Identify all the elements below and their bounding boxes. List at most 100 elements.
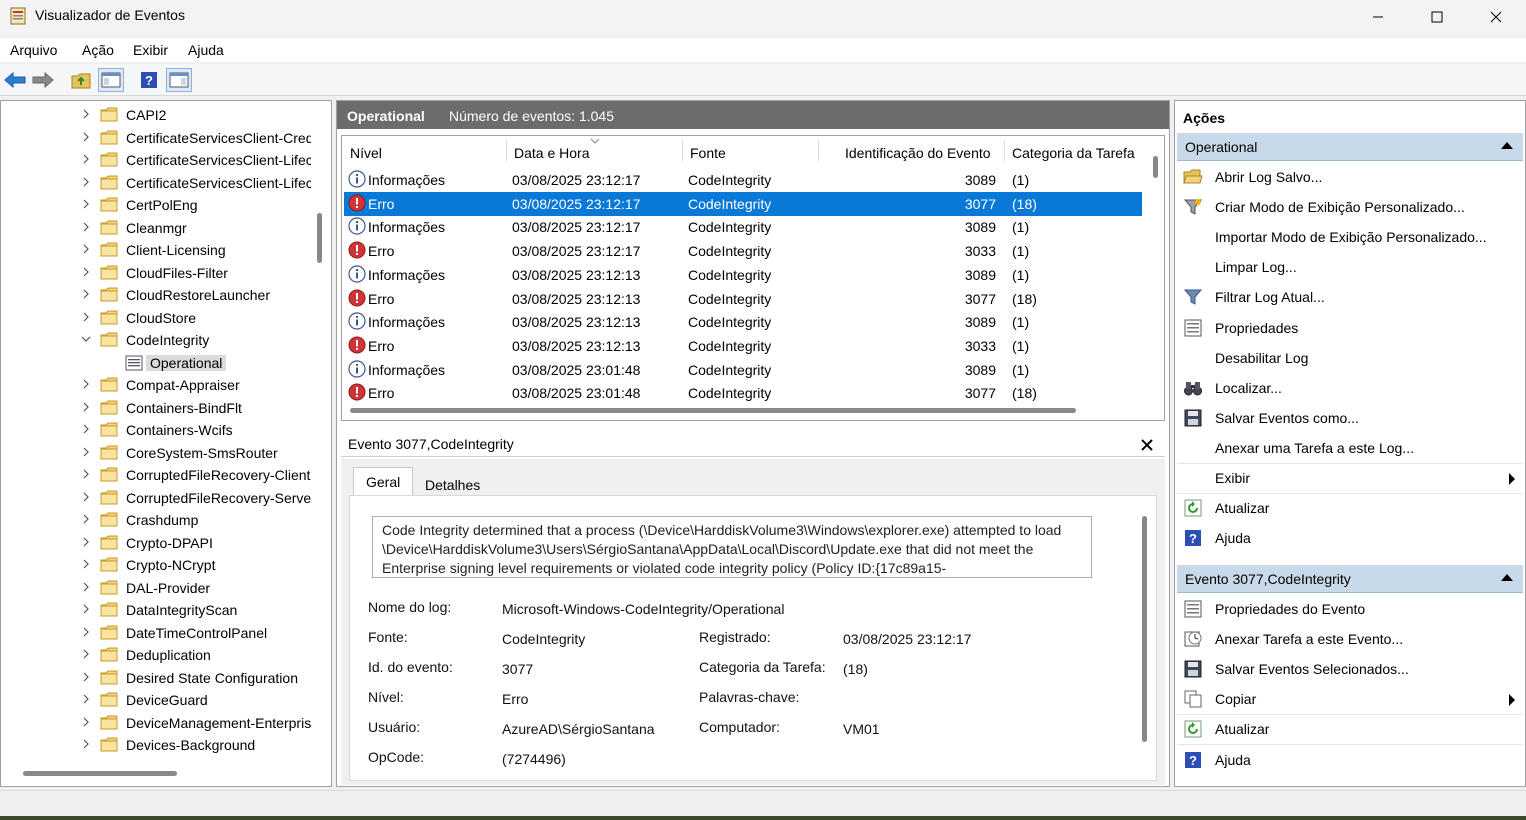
chevron-right-icon[interactable]	[81, 153, 91, 167]
chevron-right-icon[interactable]	[81, 401, 91, 415]
chevron-right-icon[interactable]	[81, 738, 91, 752]
menu-exibir[interactable]: Exibir	[133, 42, 168, 58]
close-window-button[interactable]	[1467, 0, 1525, 34]
chevron-right-icon[interactable]	[81, 221, 91, 235]
chevron-right-icon[interactable]	[81, 468, 91, 482]
collapse-triangle-icon[interactable]	[1501, 574, 1513, 581]
table-row[interactable]: Informações 03/08/2025 23:01:48 CodeIntegr…	[344, 358, 1142, 382]
chevron-right-icon[interactable]	[81, 423, 91, 437]
detail-vscroll-thumb[interactable]	[1142, 516, 1147, 742]
chevron-right-icon[interactable]	[81, 558, 91, 572]
chevron-right-icon[interactable]	[81, 626, 91, 640]
chevron-right-icon[interactable]	[81, 108, 91, 122]
value-log-name[interactable]: Microsoft-Windows-CodeIntegrity/Operatio…	[502, 601, 784, 617]
tree-item-folder[interactable]: Compat-Appraiser	[1, 375, 311, 397]
chevron-right-icon[interactable]	[81, 513, 91, 527]
tree-item-folder[interactable]: Crashdump	[1, 510, 311, 532]
menu-arquivo[interactable]: Arquivo	[10, 42, 57, 58]
show-hide-actions-button[interactable]	[166, 68, 192, 92]
chevron-right-icon[interactable]	[81, 198, 91, 212]
action-item[interactable]: Filtrar Log Atual...	[1177, 283, 1523, 313]
show-hide-tree-button[interactable]	[98, 68, 124, 92]
actions-section-event[interactable]: Evento 3077,CodeIntegrity	[1177, 565, 1523, 593]
chevron-right-icon[interactable]	[81, 446, 91, 460]
chevron-right-icon[interactable]	[81, 671, 91, 685]
chevron-right-icon[interactable]	[81, 243, 91, 257]
up-folder-button[interactable]	[68, 68, 94, 92]
action-item[interactable]: Criar Modo de Exibição Personalizado...	[1177, 193, 1523, 223]
close-detail-button[interactable]	[1141, 433, 1153, 456]
action-item[interactable]: Propriedades do Evento	[1177, 595, 1523, 625]
tree-hscroll-thumb[interactable]	[23, 771, 177, 776]
table-row[interactable]: Informações 03/08/2025 23:12:13 CodeIntegr…	[344, 310, 1142, 334]
tree-item-folder[interactable]: DataIntegrityScan	[1, 600, 311, 622]
action-item[interactable]: Importar Modo de Exibição Personalizado.…	[1177, 223, 1523, 253]
grid-vscroll-thumb[interactable]	[1153, 156, 1158, 178]
chevron-right-icon[interactable]	[81, 693, 91, 707]
action-item[interactable]: Limpar Log...	[1177, 253, 1523, 283]
table-row[interactable]: Erro 03/08/2025 23:12:13 CodeIntegrity 3033…	[344, 334, 1142, 358]
chevron-right-icon[interactable]	[81, 311, 91, 325]
action-item[interactable]: Abrir Log Salvo...	[1177, 163, 1523, 193]
tree-item-folder[interactable]: CorruptedFileRecovery-Server	[1, 488, 311, 510]
value-opcode[interactable]: (7274496)	[502, 751, 566, 767]
chevron-right-icon[interactable]	[81, 581, 91, 595]
action-item[interactable]: ? Ajuda	[1177, 524, 1523, 554]
chevron-right-icon[interactable]	[81, 603, 91, 617]
tree-item-folder[interactable]: DateTimeControlPanel	[1, 623, 311, 645]
action-item[interactable]: Propriedades	[1177, 314, 1523, 344]
value-task-category[interactable]: (18)	[843, 661, 868, 677]
tree-item-folder[interactable]: CertificateServicesClient-Lifecycle-User	[1, 173, 311, 195]
column-fonte[interactable]: Fonte	[690, 145, 726, 161]
chevron-right-icon[interactable]	[81, 716, 91, 730]
tree-item-folder[interactable]: CloudFiles-Filter	[1, 263, 311, 285]
grid-vertical-scrollbar[interactable]	[1150, 154, 1160, 404]
event-message[interactable]: Code Integrity determined that a process…	[372, 516, 1092, 578]
column-nivel[interactable]: Nível	[350, 145, 382, 161]
grid-hscroll-thumb[interactable]	[350, 408, 1076, 413]
column-data-hora[interactable]: Data e Hora	[514, 145, 589, 161]
title-bar[interactable]: Visualizador de Eventos	[0, 0, 1526, 34]
table-row[interactable]: Informações 03/08/2025 23:12:17 CodeIntegr…	[344, 215, 1142, 239]
maximize-button[interactable]	[1408, 0, 1466, 34]
chevron-right-icon[interactable]	[81, 491, 91, 505]
value-computer[interactable]: VM01	[843, 721, 880, 737]
tree-vertical-scrollbar[interactable]	[315, 103, 329, 763]
table-row[interactable]: Erro 03/08/2025 23:12:13 CodeIntegrity 3077…	[344, 287, 1142, 311]
tree-item-folder[interactable]: Containers-BindFlt	[1, 398, 311, 420]
tree-item-folder[interactable]: DAL-Provider	[1, 578, 311, 600]
chevron-right-icon[interactable]	[81, 378, 91, 392]
help-toolbar-button[interactable]: ?	[136, 68, 162, 92]
tree-item-folder[interactable]: Crypto-NCrypt	[1, 555, 311, 577]
actions-section-operational[interactable]: Operational	[1177, 133, 1523, 161]
tree-item-folder[interactable]: Cleanmgr	[1, 218, 311, 240]
value-user[interactable]: AzureAD\SérgioSantana	[502, 721, 655, 737]
tree-item-log[interactable]: Operational	[1, 353, 311, 375]
back-button[interactable]	[2, 68, 28, 92]
detail-vertical-scrollbar[interactable]	[1140, 516, 1148, 742]
value-event-id[interactable]: 3077	[502, 661, 533, 677]
tree-item-folder[interactable]: CertPolEng	[1, 195, 311, 217]
column-divider[interactable]	[1004, 140, 1005, 162]
table-row[interactable]: Informações 03/08/2025 23:12:13 CodeIntegr…	[344, 263, 1142, 287]
chevron-right-icon[interactable]	[81, 176, 91, 190]
table-row[interactable]: Informações 03/08/2025 23:12:17 CodeIntegr…	[344, 168, 1142, 192]
action-item[interactable]: Exibir	[1177, 464, 1523, 494]
tree-item-folder[interactable]: CAPI2	[1, 105, 311, 127]
column-id-evento[interactable]: Identificação do Evento	[845, 145, 991, 161]
table-row[interactable]: Erro 03/08/2025 23:01:48 CodeIntegrity 3077…	[344, 381, 1142, 405]
column-divider[interactable]	[506, 140, 507, 162]
action-item[interactable]: Anexar uma Tarefa a este Log...	[1177, 434, 1523, 464]
tree-item-folder[interactable]: Crypto-DPAPI	[1, 533, 311, 555]
value-source[interactable]: CodeIntegrity	[502, 631, 585, 647]
collapse-triangle-icon[interactable]	[1501, 142, 1513, 149]
action-item[interactable]: Salvar Eventos Selecionados...	[1177, 655, 1523, 685]
tree-item-folder[interactable]: DeviceManagement-Enterprise	[1, 713, 311, 735]
minimize-button[interactable]	[1349, 0, 1407, 34]
forward-button[interactable]	[30, 68, 56, 92]
action-item[interactable]: ? Ajuda	[1177, 746, 1523, 776]
tree-item-folder[interactable]: Containers-Wcifs	[1, 420, 311, 442]
value-level[interactable]: Erro	[502, 691, 528, 707]
tree-item-folder[interactable]: Desired State Configuration	[1, 668, 311, 690]
tree-item-folder[interactable]: CertificateServicesClient-Lifecycle-Syst…	[1, 150, 311, 172]
